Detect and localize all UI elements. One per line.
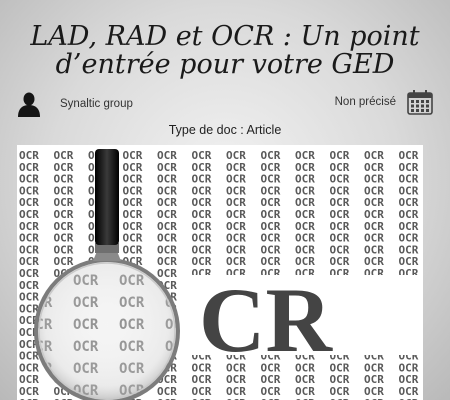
article-meta: Synaltic group Non précisé <box>0 88 450 118</box>
author: Synaltic group <box>16 91 133 117</box>
doc-type: Type de doc : Article <box>168 123 282 137</box>
ocr-magnifier-illustration: OCR OCR OCR OCR OCR OCR OCR OCR OCR OCR OCROCR OCR O… <box>19 149 423 400</box>
person-icon <box>18 92 40 117</box>
article-card: LAD, RAD et OCR : Un point d’entrée pour… <box>0 0 450 400</box>
large-cr-text: CR <box>199 269 333 371</box>
article-title-line-1: LAD, RAD et OCR : Un point <box>30 21 420 52</box>
article-image: OCR OCR OCR OCR OCR OCR OCR OCR OCR OCR OCR OCR OCR O… <box>17 145 423 400</box>
date-label: Non précisé <box>334 96 396 108</box>
magnifier-handle-icon <box>95 149 119 245</box>
publish-date: Non précisé <box>335 88 434 116</box>
author-name: Synaltic group <box>60 98 133 110</box>
article-title-line-2: d’entrée pour votre GED <box>55 49 395 80</box>
calendar-icon <box>407 90 433 115</box>
